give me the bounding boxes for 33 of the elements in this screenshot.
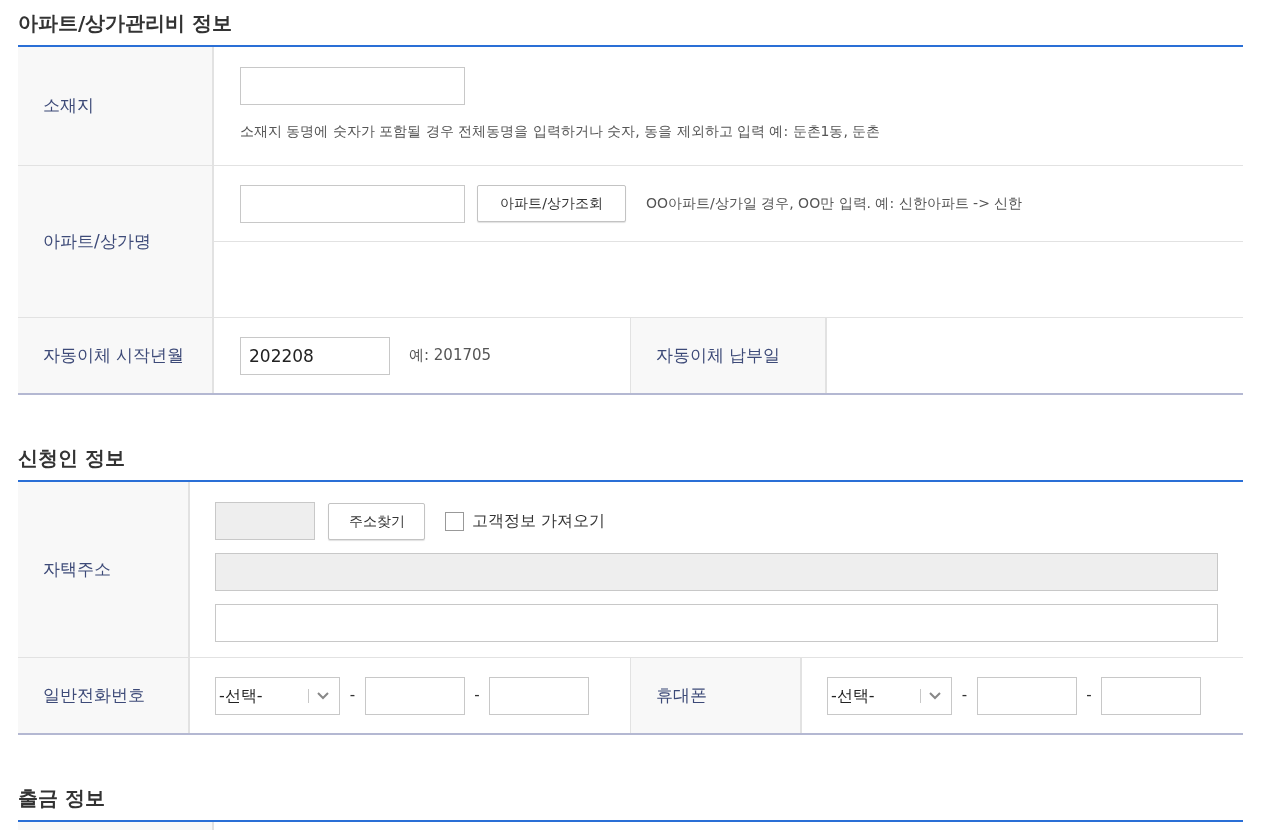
input-field[interactable] [215,604,1218,642]
input-field[interactable] [240,67,465,105]
separator: - [473,685,481,707]
chevron-down-icon [929,691,941,700]
search-button[interactable]: 아파트/상가조회 [477,185,626,222]
select-dropdown[interactable]: -선택- [827,676,952,715]
section-title: 출금 정보 [18,784,105,812]
input-field[interactable] [977,676,1077,715]
field-label: 자동이체 시작년월 [43,343,185,367]
select-dropdown[interactable]: -선택- [215,676,340,715]
import-checkbox[interactable]: 고객정보 가져오기 [445,509,606,533]
search-button[interactable]: 주소찾기 [328,502,425,540]
input-field[interactable] [365,676,465,715]
input-field[interactable] [240,184,465,223]
section-title: 신청인 정보 [18,444,125,472]
section-title: 아파트/상가관리비 정보 [18,9,233,37]
field-label: 자택주소 [43,557,111,581]
field-label: 일반전화번호 [43,683,145,707]
field-label: 자동이체 납부일 [656,343,781,367]
field-label: 소재지 [43,94,94,118]
separator: - [1085,685,1093,707]
example-text: 예: 201705 [409,345,492,367]
input-field[interactable] [489,676,589,715]
field-label: 휴대폰 [656,683,707,707]
hint-text: 소재지 동명에 숫자가 포함될 경우 전체동명을 입력하거나 숫자, 동을 제외하고 입력 예: 둔촌1동, 둔촌 [240,122,882,141]
hint-text: OO아파트/상가일 경우, OO만 입력. 예: 신한아파트 -> 신한 [646,194,1023,213]
separator: - [348,685,357,707]
input-field[interactable] [1101,676,1201,715]
checkbox[interactable] [445,511,464,531]
field-label: 아파트/상가명 [43,229,151,253]
input-field[interactable]: 202208 [240,336,390,375]
separator: - [960,685,969,707]
chevron-down-icon [317,691,329,700]
